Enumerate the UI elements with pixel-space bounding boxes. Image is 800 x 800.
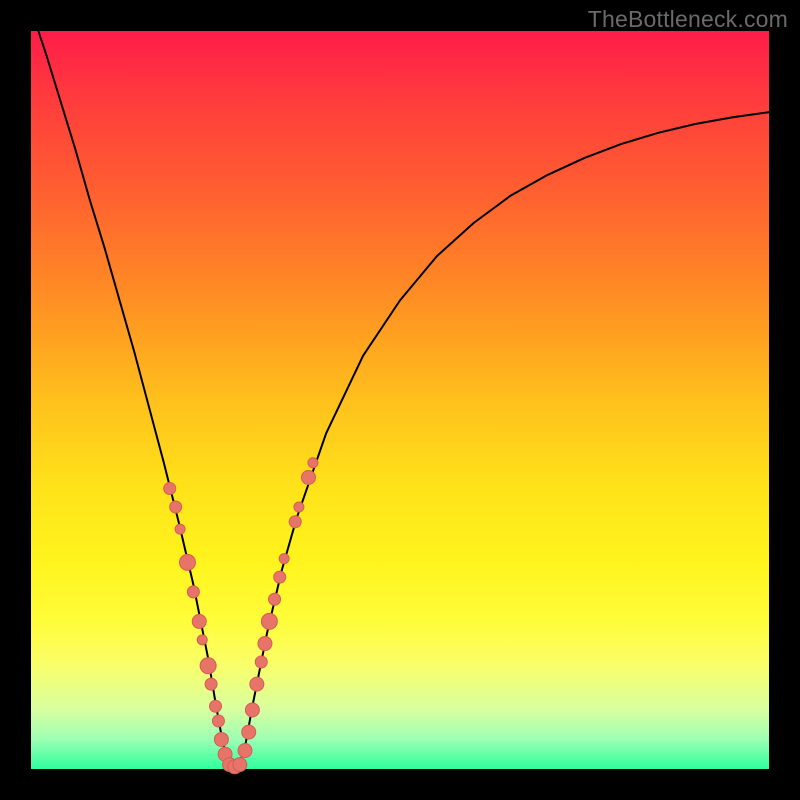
chart-frame: TheBottleneck.com: [0, 0, 800, 800]
scatter-point: [200, 658, 216, 674]
scatter-point: [164, 483, 176, 495]
scatter-point: [301, 470, 315, 484]
scatter-point: [245, 703, 259, 717]
scatter-point: [179, 554, 195, 570]
scatter-point: [197, 635, 207, 645]
watermark-text: TheBottleneck.com: [588, 6, 788, 33]
scatter-point: [242, 725, 256, 739]
chart-svg: [31, 31, 769, 769]
scatter-point: [250, 677, 264, 691]
scatter-point: [170, 501, 182, 513]
scatter-point: [210, 700, 222, 712]
scatter-point: [294, 502, 304, 512]
scatter-point: [175, 524, 185, 534]
scatter-point: [274, 571, 286, 583]
scatter-point: [187, 586, 199, 598]
scatter-point: [192, 614, 206, 628]
scatter-point: [308, 458, 318, 468]
scatter-point: [261, 613, 277, 629]
scatter-point: [214, 732, 228, 746]
plot-area: [31, 31, 769, 769]
scatter-point: [233, 758, 247, 772]
scatter-point: [279, 554, 289, 564]
scatter-point: [238, 744, 252, 758]
scatter-point: [255, 656, 267, 668]
bottleneck-curve: [31, 9, 769, 769]
scatter-point: [269, 593, 281, 605]
scatter-point: [212, 715, 224, 727]
scatter-point: [205, 678, 217, 690]
scatter-point: [289, 516, 301, 528]
scatter-group: [164, 458, 318, 774]
scatter-point: [258, 637, 272, 651]
